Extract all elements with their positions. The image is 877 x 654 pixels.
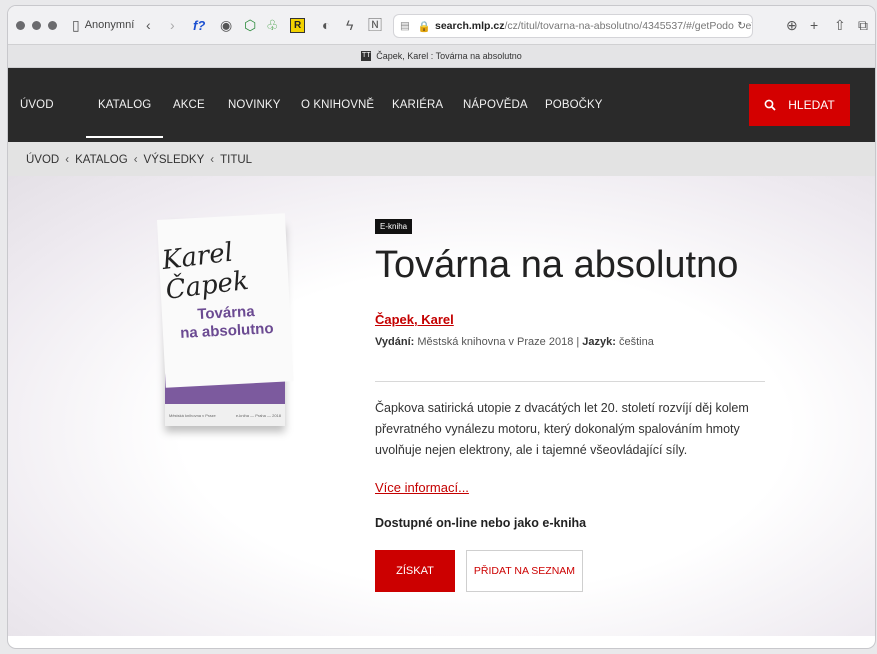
record-icon: ◉: [220, 16, 233, 33]
search-button-label: HLEDAT: [788, 98, 835, 112]
add-to-list-button[interactable]: PŘIDAT NA SEZNAM: [466, 550, 583, 592]
downloads-button[interactable]: ⊕: [786, 6, 798, 44]
availability-text: Dostupné on-line nebo jako e-kniha: [375, 516, 587, 530]
extension-cube[interactable]: ⬡: [244, 6, 256, 44]
back-button[interactable]: ‹: [146, 6, 151, 44]
nav-item-novinky[interactable]: NOVINKY: [228, 68, 280, 142]
sidebar-toggle[interactable]: ▯ Anonymní: [72, 6, 134, 44]
nav-item-katalog[interactable]: KATALOG: [85, 68, 164, 142]
address-bar[interactable]: ▤ 🔒 search.mlp.cz /cz/titul/tovarna-na-a…: [394, 15, 752, 37]
nav-item-uvod[interactable]: ÚVOD: [20, 68, 54, 142]
more-info-link[interactable]: Více informací...: [375, 480, 469, 495]
reload-icon[interactable]: ↻: [734, 20, 746, 32]
search-icon: [764, 99, 776, 111]
r-badge-icon: R: [290, 17, 306, 33]
minimize-window-dot[interactable]: [32, 20, 41, 30]
cover-title: Továrna na absolutno: [162, 301, 292, 344]
divider: [375, 381, 765, 382]
chevron-left-icon: ‹: [133, 154, 138, 166]
cover-footer: Městská knihovna v Praze e-kniha — Praha…: [165, 404, 285, 426]
download-icon: ⊕: [786, 16, 798, 33]
cover-footer-info: e-kniha — Praha — 2018: [235, 412, 281, 418]
site-navigation: ÚVOD KATALOG AKCE NOVINKY O KNIHOVNĚ KAR…: [8, 68, 875, 142]
language-label: Jazyk:: [582, 336, 616, 348]
tabs-icon: ⧉: [858, 16, 868, 33]
share-icon: ⇧: [834, 16, 846, 33]
breadcrumb: ÚVOD ‹ KATALOG ‹ VÝSLEDKY ‹ TITUL: [8, 142, 875, 178]
address-host: search.mlp.cz: [435, 20, 505, 32]
formula-icon: f?: [193, 17, 206, 33]
nav-item-pobocky[interactable]: POBOČKY: [545, 68, 603, 142]
extension-leaf[interactable]: ♧: [266, 6, 279, 44]
extension-n[interactable]: 🄽: [368, 6, 382, 44]
profile-label: Anonymní: [84, 19, 135, 31]
cover-signature: Karel Čapek: [160, 237, 251, 306]
tab-strip[interactable]: TT Čapek, Karel : Továrna na absolutno: [8, 44, 875, 68]
window-controls[interactable]: [16, 20, 57, 30]
chevron-left-icon: ‹: [146, 17, 151, 33]
breadcrumb-katalog[interactable]: KATALOG: [75, 154, 128, 166]
nav-item-akce[interactable]: AKCE: [173, 68, 205, 142]
site-favicon-icon: TT: [361, 51, 372, 61]
edition-info: Vydání: Městská knihovna v Praze 2018 | …: [375, 336, 654, 348]
tab-title: Čapek, Karel : Továrna na absolutno: [376, 51, 522, 61]
browser-window: ▯ Anonymní ‹ › f? ◉ ⬡ ♧ R ◐ ϟ 🄽 ▤ 🔒 sear…: [8, 6, 875, 648]
extension-formula[interactable]: f?: [193, 6, 205, 44]
get-button[interactable]: ZÍSKAT: [375, 550, 455, 592]
close-window-dot[interactable]: [16, 20, 25, 30]
nav-item-o-knihovne[interactable]: O KNIHOVNĚ: [301, 68, 374, 142]
breadcrumb-vysledky[interactable]: VÝSLEDKY: [144, 154, 205, 166]
tabs-overview-button[interactable]: ⧉: [858, 6, 868, 44]
shield-icon: ◐: [322, 17, 331, 33]
extension-r[interactable]: R: [290, 6, 306, 44]
format-badge: E-kniha: [375, 219, 413, 234]
chevron-left-icon: ‹: [65, 154, 70, 166]
extension-bolt[interactable]: ϟ: [346, 6, 353, 44]
bolt-icon: ϟ: [346, 17, 354, 33]
search-button[interactable]: HLEDAT: [749, 84, 850, 126]
nav-item-kariera[interactable]: KARIÉRA: [392, 68, 443, 142]
chevron-right-icon: ›: [170, 17, 175, 33]
page-title: Továrna na absolutno: [375, 244, 739, 286]
sidebar-icon: ▯: [72, 16, 80, 33]
leaf-icon: ♧: [266, 16, 279, 33]
cube-icon: ⬡: [244, 16, 257, 33]
cover-paper: Karel Čapek Továrna na absolutno: [157, 213, 294, 388]
share-button[interactable]: ⇧: [834, 6, 846, 44]
zoom-window-dot[interactable]: [48, 20, 57, 30]
browser-toolbar: ▯ Anonymní ‹ › f? ◉ ⬡ ♧ R ◐ ϟ 🄽 ▤ 🔒 sear…: [8, 6, 875, 44]
forward-button[interactable]: ›: [170, 6, 175, 44]
page-icon: ▤: [400, 20, 410, 32]
nav-item-napoveda[interactable]: NÁPOVĚDA: [463, 68, 528, 142]
extension-shield[interactable]: ◐: [322, 6, 330, 44]
new-tab-button[interactable]: +: [810, 6, 818, 44]
extension-record[interactable]: ◉: [220, 6, 232, 44]
chevron-left-icon: ‹: [210, 154, 215, 166]
description: Čapkova satirická utopie z dvacátých let…: [375, 401, 749, 457]
plus-icon: +: [810, 17, 819, 33]
book-cover[interactable]: Karel Čapek Továrna na absolutno Městská…: [157, 213, 294, 426]
breadcrumb-titul: TITUL: [220, 154, 253, 166]
edition-value: Městská knihovna v Praze 2018: [417, 336, 574, 348]
breadcrumb-uvod[interactable]: ÚVOD: [26, 154, 59, 166]
language-value: čeština: [619, 336, 654, 348]
address-path: /cz/titul/tovarna-na-absolutno/4345537/#…: [504, 20, 752, 32]
cover-footer-publisher: Městská knihovna v Praze: [169, 412, 216, 418]
author-link[interactable]: Čapek, Karel: [375, 312, 454, 327]
lock-icon: 🔒: [417, 20, 431, 33]
edition-label: Vydání:: [375, 336, 415, 348]
n-box-icon: 🄽: [368, 17, 382, 33]
title-detail: Karel Čapek Továrna na absolutno Městská…: [8, 176, 875, 636]
